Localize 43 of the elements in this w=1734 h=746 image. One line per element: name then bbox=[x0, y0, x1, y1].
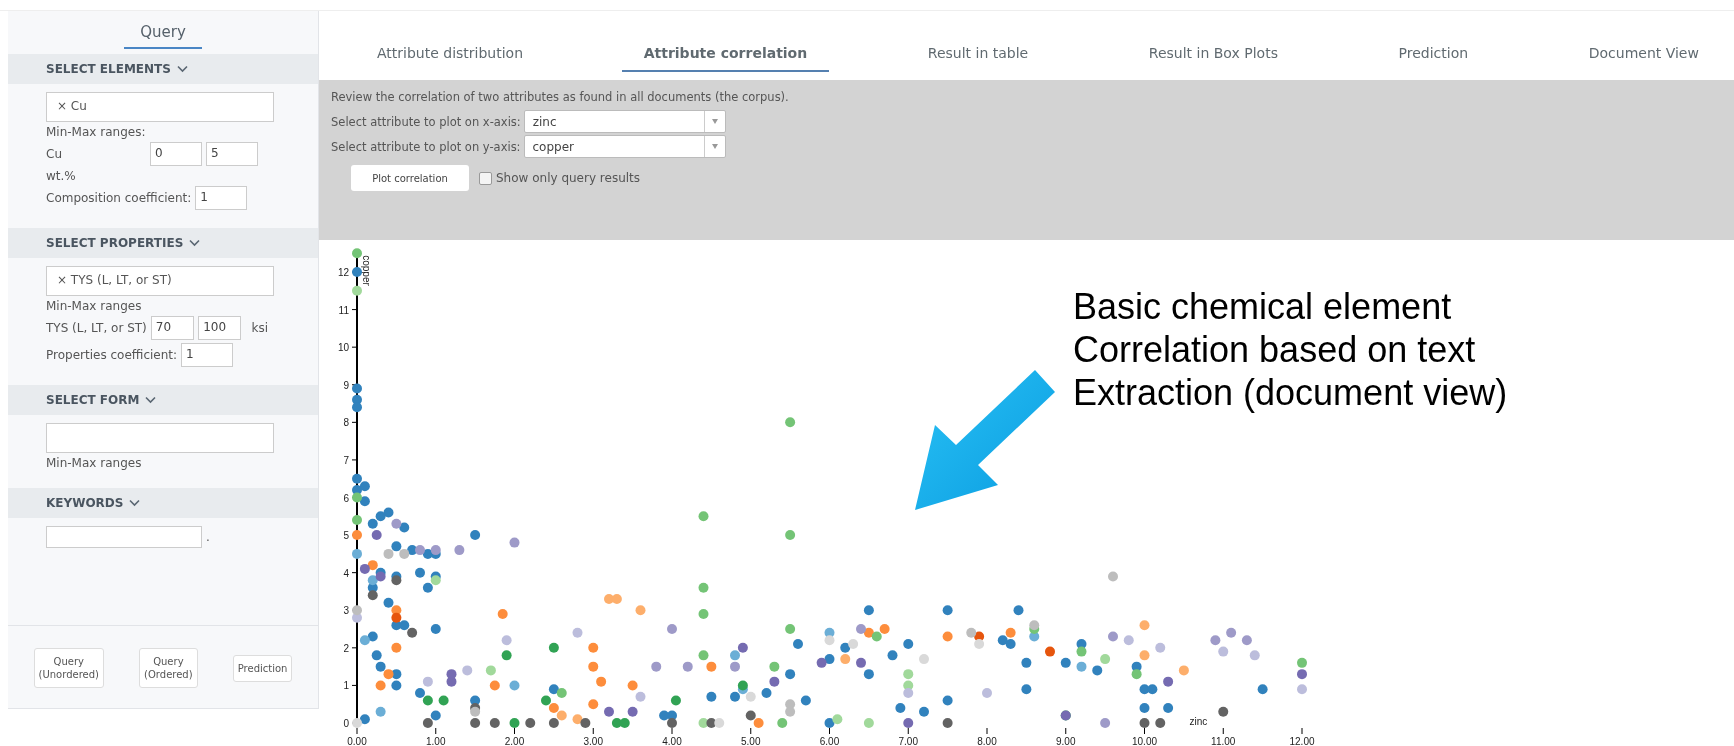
tick-label: 6.00 bbox=[819, 736, 840, 746]
tick-label: 9 bbox=[343, 379, 349, 391]
attribute-label: Cu bbox=[46, 147, 63, 161]
select-label: Select attribute to plot on x-axis: bbox=[331, 114, 521, 129]
tick-label: 6 bbox=[343, 492, 349, 504]
tick-label: 10 bbox=[337, 342, 349, 354]
tick-label: 9.00 bbox=[1056, 736, 1076, 746]
axis-label: copper bbox=[361, 255, 372, 286]
tick-label: 4.00 bbox=[662, 736, 682, 746]
tick-label: 5 bbox=[343, 530, 349, 542]
unit-label: ksi bbox=[251, 321, 268, 335]
unit-label: wt.% bbox=[46, 169, 77, 183]
tick-label: 3 bbox=[343, 605, 349, 617]
tick-label: 11.00 bbox=[1211, 736, 1236, 746]
checkbox-label: Show only query results bbox=[496, 171, 641, 185]
range-label: Min-Max ranges bbox=[46, 456, 143, 470]
tick-label: 2.00 bbox=[504, 736, 525, 746]
tick-label: 1 bbox=[343, 680, 349, 692]
range-label: Min-Max ranges: bbox=[46, 125, 147, 139]
tick-label: 7 bbox=[343, 454, 349, 466]
tick-label: 12 bbox=[337, 267, 349, 278]
tick-label: 8.00 bbox=[977, 736, 997, 746]
coefficient-label: Properties coefficient: bbox=[46, 348, 178, 362]
coefficient-label: Composition coefficient: bbox=[46, 191, 192, 205]
attribute-label: TYS (L, LT, or ST) bbox=[46, 321, 147, 335]
range-label: Min-Max ranges bbox=[46, 299, 143, 313]
period-text: . bbox=[206, 530, 210, 544]
axis-label: zinc bbox=[1189, 716, 1208, 727]
tick-label: 0 bbox=[343, 718, 349, 729]
tick-label: 5.00 bbox=[741, 736, 761, 746]
tick-label: 10.00 bbox=[1132, 736, 1157, 746]
description-text: Review the correlation of two attributes as found in all documents (the corpus). bbox=[331, 90, 790, 104]
tick-label: 12.00 bbox=[1289, 736, 1315, 746]
tick-label: 8 bbox=[343, 417, 349, 429]
tick-label: 7.00 bbox=[898, 736, 918, 746]
tick-label: 2 bbox=[343, 642, 349, 654]
tick-label: 0.00 bbox=[347, 736, 367, 746]
tick-label: 4 bbox=[343, 567, 349, 579]
tick-label: 11 bbox=[338, 304, 349, 316]
annotation-text: Basic chemical element Correlation based on text Extraction (document view) bbox=[1073, 285, 1508, 415]
select-label: Select attribute to plot on y-axis: bbox=[331, 139, 521, 154]
tick-label: 3.00 bbox=[583, 736, 603, 746]
tick-label: 1.00 bbox=[426, 736, 446, 746]
